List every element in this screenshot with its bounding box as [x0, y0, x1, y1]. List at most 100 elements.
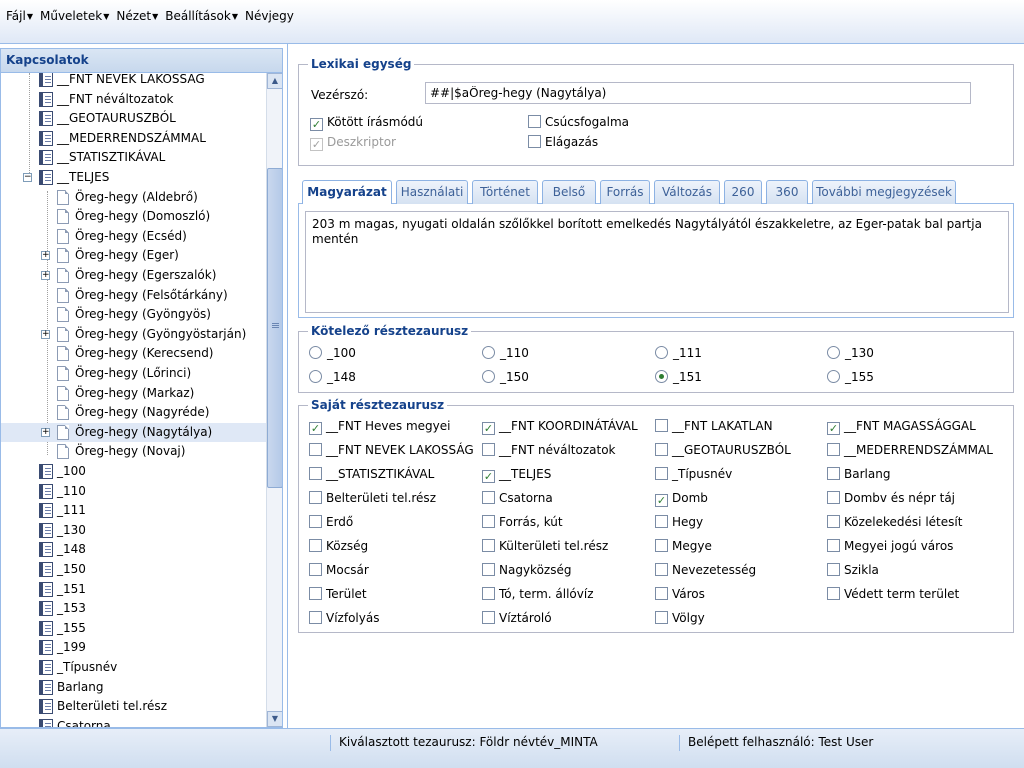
tab-7[interactable]: 360 — [766, 180, 808, 204]
tab-2[interactable]: Történet — [472, 180, 538, 204]
subthesaurus-checkbox[interactable]: Közelekedési létesít — [827, 515, 962, 529]
checkbox-box[interactable] — [309, 611, 322, 624]
checkbox-box[interactable]: ✓ — [482, 470, 495, 483]
checkbox-box[interactable] — [827, 563, 840, 576]
subthesaurus-checkbox[interactable]: __MEDERRENDSZÁMMAL — [827, 443, 993, 457]
menu-1[interactable]: Műveletek▼ — [40, 9, 109, 23]
checkbox-box[interactable] — [309, 563, 322, 576]
tab-8[interactable]: További megjegyzések — [812, 180, 956, 204]
radio-button[interactable] — [655, 370, 668, 383]
tree-node[interactable]: _110 — [1, 482, 266, 502]
expand-icon[interactable]: + — [41, 271, 50, 280]
radio-button[interactable] — [482, 346, 495, 359]
checkbox-box[interactable]: ✓ — [827, 422, 840, 435]
subthesaurus-checkbox[interactable]: __STATISZTIKÁVAL — [309, 467, 434, 481]
subthesaurus-checkbox[interactable]: ✓ __FNT KOORDINÁTÁVAL — [482, 419, 638, 435]
tree-node[interactable]: _151 — [1, 580, 266, 600]
checkbox-box[interactable] — [827, 491, 840, 504]
menu-3[interactable]: Beállítások▼ — [165, 9, 238, 23]
subthesaurus-checkbox[interactable]: Község — [309, 539, 368, 553]
checkbox-box[interactable] — [528, 115, 541, 128]
top-concept-checkbox[interactable]: Csúcsfogalma — [528, 115, 629, 129]
subthesaurus-checkbox[interactable]: __FNT LAKATLAN — [655, 419, 773, 433]
tree-node[interactable]: Csatorna — [1, 717, 266, 727]
subthesaurus-radio[interactable]: _150 — [482, 370, 529, 384]
checkbox-box[interactable] — [482, 563, 495, 576]
tree-scrollbar[interactable]: ▲ ▼ — [266, 73, 282, 727]
radio-button[interactable] — [655, 346, 668, 359]
tree-node[interactable]: + Öreg-hegy (Egerszalók) — [1, 266, 266, 286]
checkbox-box[interactable] — [827, 539, 840, 552]
subthesaurus-checkbox[interactable]: Vízfolyás — [309, 611, 379, 625]
tree-node[interactable]: Öreg-hegy (Gyöngyös) — [1, 305, 266, 325]
explanation-text[interactable]: 203 m magas, nyugati oldalán szőlőkkel b… — [305, 211, 1009, 313]
tree-node[interactable]: _150 — [1, 560, 266, 580]
checkbox-box[interactable] — [827, 515, 840, 528]
tree-node[interactable]: __MEDERRENDSZÁMMAL — [1, 129, 266, 149]
checkbox-box[interactable]: ✓ — [482, 422, 495, 435]
tree-node[interactable]: Öreg-hegy (Lőrinci) — [1, 364, 266, 384]
checkbox-box[interactable] — [655, 611, 668, 624]
tree-node[interactable]: _Típusnév — [1, 658, 266, 678]
subthesaurus-radio[interactable]: _130 — [827, 346, 874, 360]
expand-icon[interactable]: + — [41, 427, 50, 437]
checkbox-box[interactable] — [827, 467, 840, 480]
subthesaurus-checkbox[interactable]: ✓ __FNT MAGASSÁGGAL — [827, 419, 976, 435]
expand-icon[interactable]: + — [41, 329, 50, 339]
checkbox-box[interactable] — [655, 467, 668, 480]
radio-button[interactable] — [827, 370, 840, 383]
checkbox-box[interactable] — [655, 587, 668, 600]
headword-input[interactable] — [425, 82, 971, 104]
menu-0[interactable]: Fájl▼ — [6, 9, 33, 23]
checkbox-box[interactable] — [655, 539, 668, 552]
scroll-up-icon[interactable]: ▲ — [267, 73, 282, 89]
subthesaurus-radio[interactable]: _155 — [827, 370, 874, 384]
subthesaurus-checkbox[interactable]: Külterületi tel.rész — [482, 539, 608, 553]
menu-2[interactable]: Nézet▼ — [116, 9, 158, 23]
subthesaurus-checkbox[interactable]: Erdő — [309, 515, 353, 529]
tab-0[interactable]: Magyarázat — [302, 180, 392, 205]
checkbox-box[interactable] — [309, 467, 322, 480]
radio-button[interactable] — [309, 346, 322, 359]
tree-node[interactable]: _100 — [1, 462, 266, 482]
subthesaurus-radio[interactable]: _111 — [655, 346, 702, 360]
tab-6[interactable]: 260 — [724, 180, 762, 204]
tree-node[interactable]: + Öreg-hegy (Nagytálya) — [1, 422, 266, 443]
subthesaurus-checkbox[interactable]: Terület — [309, 587, 367, 601]
checkbox-box[interactable] — [482, 587, 495, 600]
tree-node[interactable]: _153 — [1, 599, 266, 619]
subthesaurus-checkbox[interactable]: Tó, term. állóvíz — [482, 587, 594, 601]
tab-3[interactable]: Belső — [542, 180, 596, 204]
checkbox-box[interactable] — [309, 515, 322, 528]
radio-button[interactable] — [827, 346, 840, 359]
subthesaurus-checkbox[interactable]: Barlang — [827, 467, 890, 481]
tree-node[interactable]: __GEOTAURUSZBÓL — [1, 109, 266, 129]
subthesaurus-checkbox[interactable]: Hegy — [655, 515, 703, 529]
checkbox-box[interactable] — [309, 491, 322, 504]
checkbox-box[interactable] — [482, 443, 495, 456]
tree-node[interactable]: Öreg-hegy (Domoszló) — [1, 207, 266, 227]
checkbox-box[interactable]: ✓ — [310, 118, 323, 131]
tree-node[interactable]: + Öreg-hegy (Eger) — [1, 246, 266, 266]
checkbox-box[interactable] — [655, 443, 668, 456]
subthesaurus-checkbox[interactable]: __GEOTAURUSZBÓL — [655, 443, 791, 457]
tree-node[interactable]: __STATISZTIKÁVAL — [1, 148, 266, 168]
subthesaurus-checkbox[interactable]: ✓ __FNT Heves megyei — [309, 419, 451, 435]
subthesaurus-checkbox[interactable]: Dombv és népr táj — [827, 491, 955, 505]
checkbox-box[interactable] — [482, 611, 495, 624]
menu-4[interactable]: Névjegy — [245, 9, 294, 23]
tree-node[interactable]: Öreg-hegy (Ecséd) — [1, 227, 266, 247]
tree-node[interactable]: _148 — [1, 540, 266, 560]
tree-node[interactable]: Belterületi tel.rész — [1, 697, 266, 717]
radio-button[interactable] — [482, 370, 495, 383]
subthesaurus-radio[interactable]: _100 — [309, 346, 356, 360]
checkbox-box[interactable] — [827, 587, 840, 600]
subthesaurus-checkbox[interactable]: __FNT néváltozatok — [482, 443, 616, 457]
subthesaurus-checkbox[interactable]: ✓ Domb — [655, 491, 708, 507]
checkbox-box[interactable]: ✓ — [655, 494, 668, 507]
subthesaurus-checkbox[interactable]: Nevezetesség — [655, 563, 756, 577]
collapse-icon[interactable]: − — [23, 173, 32, 182]
fixed-spelling-checkbox[interactable]: ✓ Kötött írásmódú — [310, 115, 423, 131]
subthesaurus-checkbox[interactable]: ✓ __TELJES — [482, 467, 551, 483]
checkbox-box[interactable] — [655, 419, 668, 432]
